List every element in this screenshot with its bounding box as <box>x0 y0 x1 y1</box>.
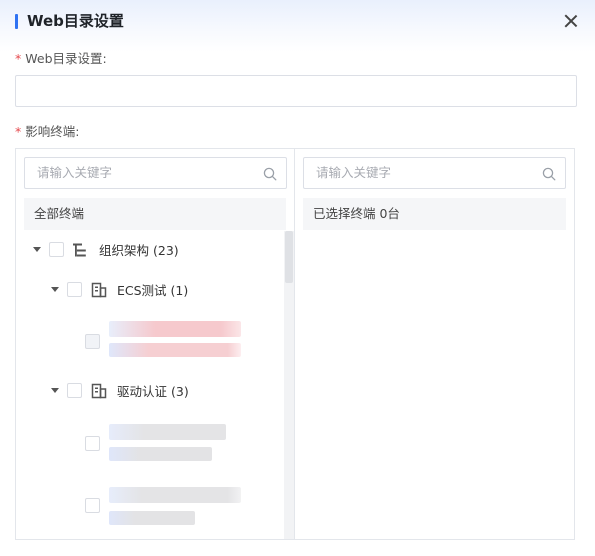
node-label: 驱动认证 <box>117 384 168 399</box>
org-tree-icon <box>73 243 86 257</box>
right-search-input[interactable] <box>304 158 565 188</box>
tree-node-org[interactable]: 组织架构 (23) <box>16 239 284 263</box>
web-dir-dialog: Web目录设置 *Web目录设置: *影响终端: 全部终端 <box>0 0 595 556</box>
node-count: (1) <box>170 283 189 298</box>
tree-checkbox[interactable] <box>67 383 82 398</box>
selected-terminals-panel: 已选择终端 0台 <box>294 148 575 540</box>
redacted-text <box>109 487 241 503</box>
terminal-item[interactable] <box>16 419 284 467</box>
node-label: 组织架构 <box>99 243 150 258</box>
right-search-box <box>303 157 566 189</box>
required-mark: * <box>15 51 22 66</box>
redacted-text <box>109 424 226 440</box>
building-icon <box>91 383 107 399</box>
terminals-label: * 影响终端: <box>15 124 80 139</box>
terminal-item[interactable] <box>16 317 284 365</box>
title-accent-bar <box>15 14 18 29</box>
caret-down-icon[interactable] <box>51 388 59 393</box>
building-icon <box>91 282 107 298</box>
left-search-input[interactable] <box>25 158 286 188</box>
tree-checkbox[interactable] <box>67 282 82 297</box>
tree-node-driver-cert[interactable]: 驱动认证 (3) <box>16 380 284 404</box>
all-terminals-header: 全部终端 <box>24 198 286 230</box>
left-search-box <box>24 157 287 189</box>
redacted-text <box>109 321 241 337</box>
tree-checkbox[interactable] <box>85 436 100 451</box>
node-label: ECS测试 <box>117 283 167 298</box>
web-dir-label: * Web目录设置: <box>15 51 107 66</box>
all-terminals-panel: 全部终端 组织架构 (23) <box>15 148 295 540</box>
search-icon[interactable] <box>542 167 556 181</box>
required-mark: * <box>15 124 22 139</box>
selected-terminals-header: 已选择终端 0台 <box>303 198 566 230</box>
tree-scrollbar[interactable] <box>284 231 294 539</box>
scrollbar-thumb[interactable] <box>285 231 293 283</box>
tree-checkbox[interactable] <box>85 334 100 349</box>
tree-checkbox[interactable] <box>49 242 64 257</box>
search-icon[interactable] <box>263 167 277 181</box>
redacted-text <box>109 447 212 461</box>
dialog-header: Web目录设置 <box>0 0 595 44</box>
node-count: (23) <box>153 243 179 258</box>
node-count: (3) <box>171 384 189 399</box>
tree-checkbox[interactable] <box>85 498 100 513</box>
redacted-text <box>109 511 195 525</box>
redacted-text <box>109 343 241 357</box>
web-dir-input[interactable] <box>15 75 577 107</box>
caret-down-icon[interactable] <box>51 287 59 292</box>
terminal-item[interactable] <box>16 481 284 529</box>
close-icon[interactable] <box>562 12 580 30</box>
tree-node-ecs[interactable]: ECS测试 (1) <box>16 279 284 303</box>
dialog-title: Web目录设置 <box>27 12 124 30</box>
caret-down-icon[interactable] <box>33 247 41 252</box>
